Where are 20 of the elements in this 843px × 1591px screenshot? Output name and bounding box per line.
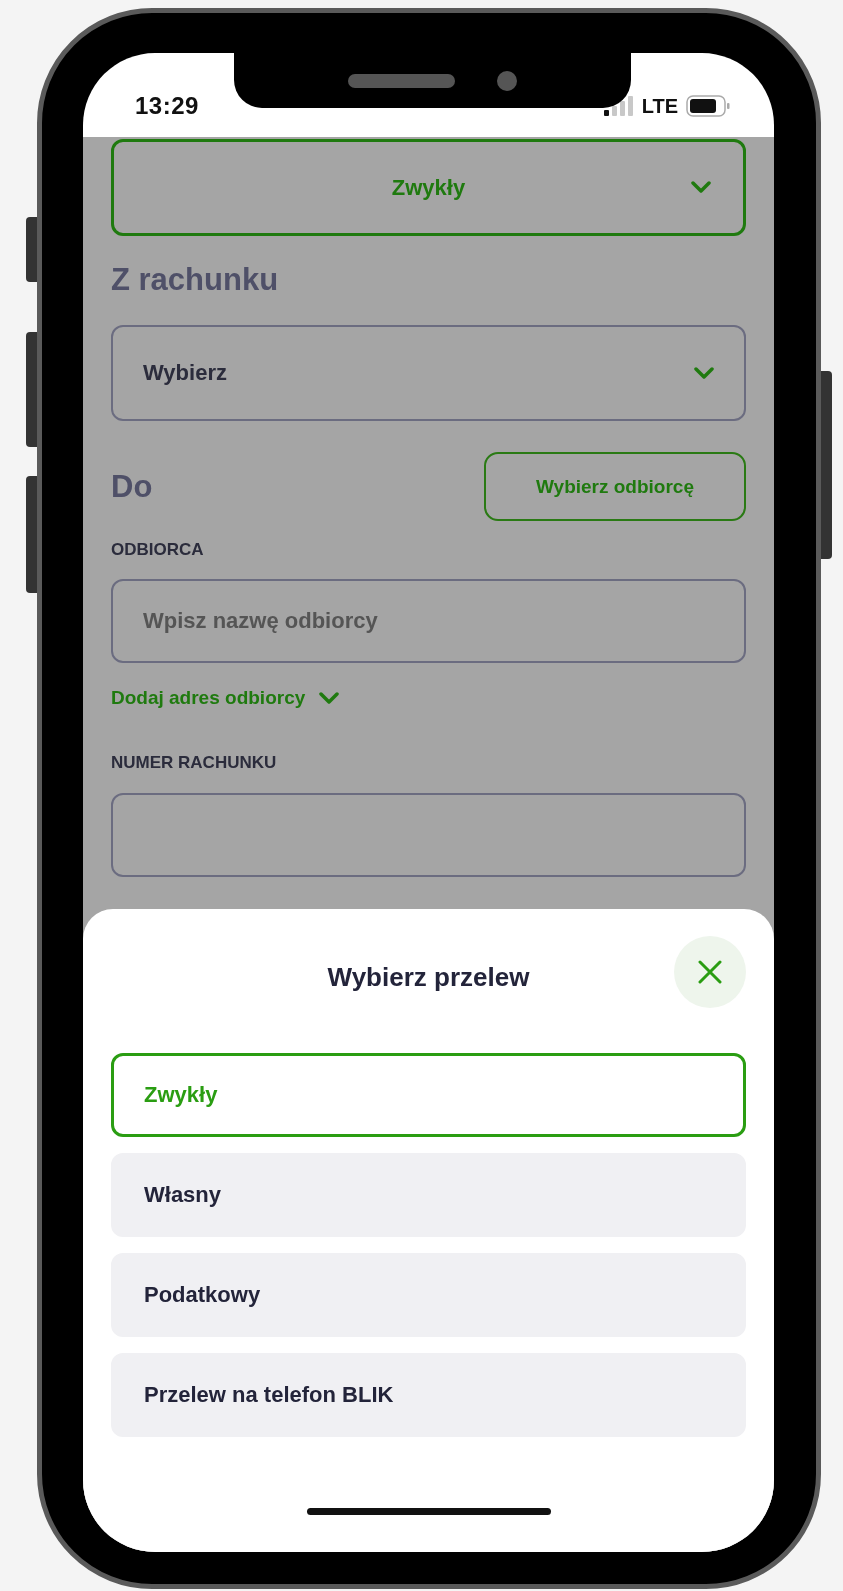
network-label: LTE [641,94,678,118]
chevron-down-icon [691,181,711,194]
transfer-option[interactable]: Przelew na telefon BLIK [111,1353,746,1437]
status-time: 13:29 [135,92,199,120]
account-number-input[interactable] [111,793,746,877]
transfer-option[interactable]: Podatkowy [111,1253,746,1337]
chevron-down-icon [319,691,340,705]
sheet-title: Wybierz przelew [326,961,531,993]
recipient-input[interactable]: Wpisz nazwę odbiorcy [111,579,746,663]
section-heading: Z rachunku [111,261,280,299]
section-heading: Do [111,467,153,506]
field-label: NUMER RACHUNKU [111,752,277,774]
account-select[interactable]: Wybierz [111,325,746,421]
field-label: ODBIORCA [111,539,204,561]
transfer-option[interactable]: Własny [111,1153,746,1237]
close-icon [698,960,722,984]
battery-icon [686,95,730,117]
signal-icon [603,96,634,116]
transfer-option[interactable]: Zwykły [111,1053,746,1137]
chevron-down-icon [694,366,714,380]
